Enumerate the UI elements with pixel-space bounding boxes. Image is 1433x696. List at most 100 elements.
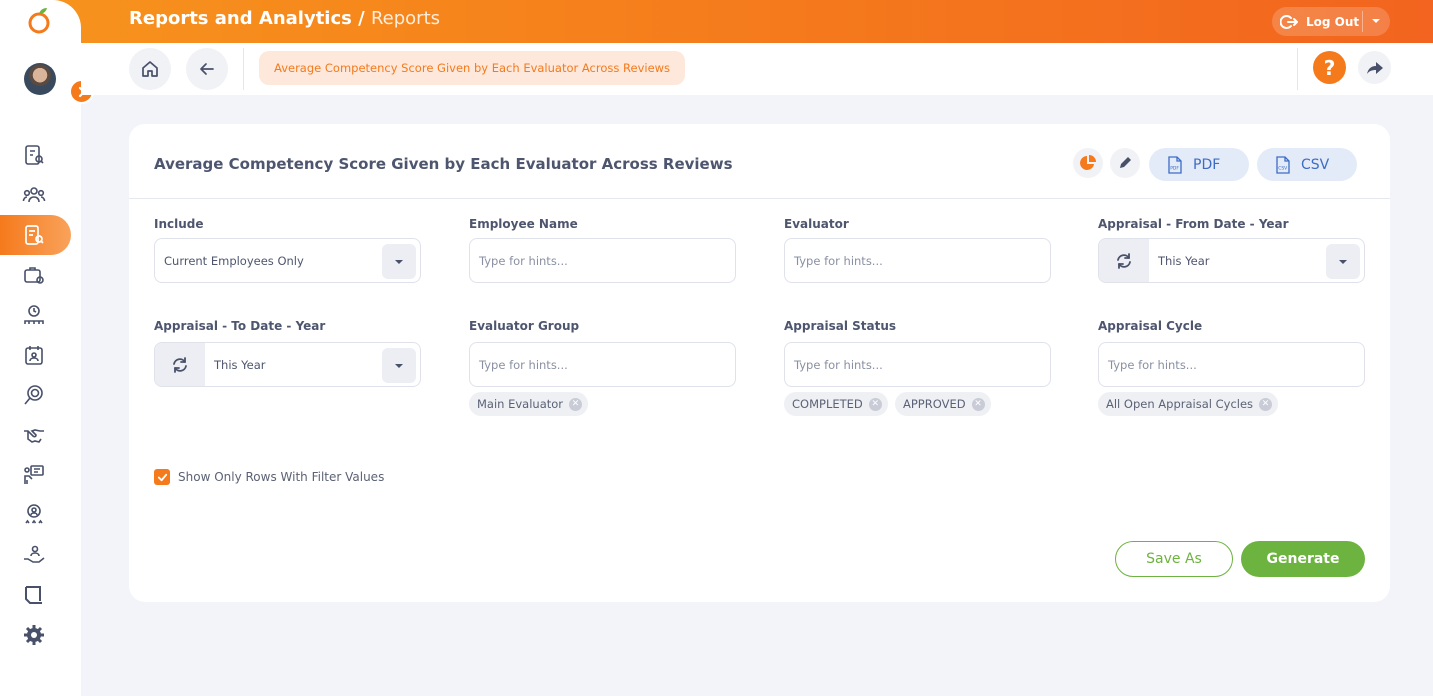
- chip-label: APPROVED: [903, 397, 966, 411]
- appraisal-status-label: Appraisal Status: [784, 319, 897, 333]
- logout-icon: [1278, 11, 1300, 33]
- svg-text:CSV: CSV: [1278, 165, 1288, 171]
- back-button[interactable]: [186, 48, 228, 90]
- calendar-person-icon: [25, 346, 43, 365]
- from-year-toggle-button[interactable]: [1099, 239, 1149, 282]
- orange-logo-icon[interactable]: [26, 6, 52, 34]
- sidebar-item-performance[interactable]: [18, 379, 50, 411]
- appraisal-status-placeholder: Type for hints...: [794, 358, 883, 372]
- employee-name-placeholder: Type for hints...: [479, 254, 568, 268]
- user-avatar[interactable]: [24, 63, 56, 95]
- evaluator-input[interactable]: Type for hints...: [784, 238, 1051, 283]
- employee-name-input[interactable]: Type for hints...: [469, 238, 736, 283]
- evaluator-label: Evaluator: [784, 217, 849, 231]
- evaluator-group-placeholder: Type for hints...: [479, 358, 568, 372]
- generate-button[interactable]: Generate: [1241, 541, 1365, 577]
- clock-team-icon: [24, 305, 44, 324]
- chip-label: COMPLETED: [792, 397, 863, 411]
- show-only-rows-label[interactable]: Show Only Rows With Filter Values: [178, 470, 384, 484]
- sidebar-item-benefits[interactable]: [18, 539, 50, 571]
- remove-chip-icon[interactable]: ✕: [569, 397, 583, 411]
- share-arrow-icon: [1366, 61, 1383, 74]
- gears-icon: [24, 625, 44, 645]
- page-title-main: Reports and Analytics /: [129, 8, 365, 29]
- sidebar-item-workflow[interactable]: [18, 259, 50, 291]
- save-as-button[interactable]: Save As: [1115, 541, 1233, 577]
- caret-down-icon: [395, 363, 403, 368]
- chip-label: Main Evaluator: [477, 397, 564, 411]
- export-csv-button[interactable]: CSV CSV: [1257, 148, 1357, 181]
- sidebar-item-people[interactable]: [18, 179, 50, 211]
- sidebar-item-time[interactable]: [18, 299, 50, 331]
- include-dropdown-button[interactable]: [382, 244, 416, 279]
- report-card: Average Competency Score Given by Each E…: [129, 124, 1390, 602]
- refresh-icon: [173, 356, 187, 373]
- chip-label: All Open Appraisal Cycles: [1106, 397, 1254, 411]
- to-year-value: This Year: [214, 358, 266, 372]
- sidebar-item-onboarding[interactable]: [18, 419, 50, 451]
- refresh-icon: [1117, 252, 1131, 269]
- checkmark-icon: [157, 473, 167, 481]
- pie-chart-icon: [1080, 155, 1096, 170]
- home-button[interactable]: [129, 48, 171, 90]
- people-icon: [22, 187, 46, 203]
- help-divider: [1297, 48, 1298, 90]
- report-title: Average Competency Score Given by Each E…: [154, 155, 733, 173]
- evaluator-group-input[interactable]: Type for hints...: [469, 342, 736, 387]
- logout-menu-caret-icon[interactable]: [1370, 15, 1382, 30]
- logout-button[interactable]: Log Out: [1272, 7, 1390, 36]
- breadcrumb-divider: [243, 48, 244, 90]
- handshake-icon: [24, 429, 44, 443]
- include-label: Include: [154, 217, 204, 231]
- sidebar: [0, 0, 81, 696]
- evaluator-placeholder: Type for hints...: [794, 254, 883, 268]
- caret-down-icon: [1339, 259, 1347, 264]
- include-value: Current Employees Only: [164, 254, 304, 268]
- remove-chip-icon[interactable]: ✕: [868, 397, 882, 411]
- to-year-select[interactable]: This Year: [154, 342, 421, 387]
- from-year-dropdown-button[interactable]: [1326, 244, 1360, 279]
- appraisal-cycle-input[interactable]: Type for hints...: [1098, 342, 1365, 387]
- sidebar-item-training[interactable]: [18, 459, 50, 491]
- logout-divider: [1362, 11, 1363, 32]
- csv-label: CSV: [1301, 156, 1330, 173]
- export-pdf-button[interactable]: PDF PDF: [1149, 148, 1249, 181]
- chip-all-open-cycles: All Open Appraisal Cycles ✕: [1098, 392, 1279, 416]
- sidebar-item-directory[interactable]: [18, 139, 50, 171]
- caret-down-icon: [395, 259, 403, 264]
- help-icon: ?: [1323, 55, 1336, 80]
- remove-chip-icon[interactable]: ✕: [971, 397, 985, 411]
- show-only-rows-checkbox[interactable]: [154, 469, 170, 485]
- share-button[interactable]: [1358, 51, 1391, 84]
- include-select[interactable]: Current Employees Only: [154, 238, 421, 283]
- top-bar: Reports and Analytics / Reports Log Out: [0, 0, 1433, 43]
- breadcrumb[interactable]: Average Competency Score Given by Each E…: [259, 51, 686, 85]
- appraisal-status-input[interactable]: Type for hints...: [784, 342, 1051, 387]
- appraisal-cycle-placeholder: Type for hints...: [1108, 358, 1197, 372]
- help-button[interactable]: ?: [1313, 51, 1346, 84]
- chart-view-button[interactable]: [1073, 148, 1103, 178]
- hand-person-icon: [24, 545, 45, 563]
- target-search-icon: [24, 385, 43, 405]
- page-title-sub: Reports: [370, 8, 441, 29]
- appraisal-cycle-label: Appraisal Cycle: [1098, 319, 1203, 333]
- pencil-icon: [1120, 157, 1131, 168]
- chip-main-evaluator: Main Evaluator ✕: [469, 392, 589, 416]
- sidebar-item-settings[interactable]: [18, 619, 50, 651]
- home-icon: [142, 61, 158, 77]
- edit-report-button[interactable]: [1110, 148, 1140, 178]
- remove-chip-icon[interactable]: ✕: [1259, 397, 1273, 411]
- directory-icon: [25, 145, 44, 165]
- from-year-value: This Year: [1158, 254, 1210, 268]
- frame-icon: [25, 586, 42, 604]
- arrow-left-icon: [200, 63, 214, 75]
- sidebar-item-workspace[interactable]: [18, 579, 50, 611]
- sidebar-item-reports[interactable]: [18, 219, 50, 251]
- sidebar-item-leave[interactable]: [18, 339, 50, 371]
- csv-file-icon: CSV: [1276, 155, 1290, 174]
- from-year-select[interactable]: This Year: [1098, 238, 1365, 283]
- logout-label: Log Out: [1306, 14, 1360, 29]
- to-year-dropdown-button[interactable]: [382, 348, 416, 383]
- sidebar-item-rewards[interactable]: [18, 499, 50, 531]
- to-year-toggle-button[interactable]: [155, 343, 205, 386]
